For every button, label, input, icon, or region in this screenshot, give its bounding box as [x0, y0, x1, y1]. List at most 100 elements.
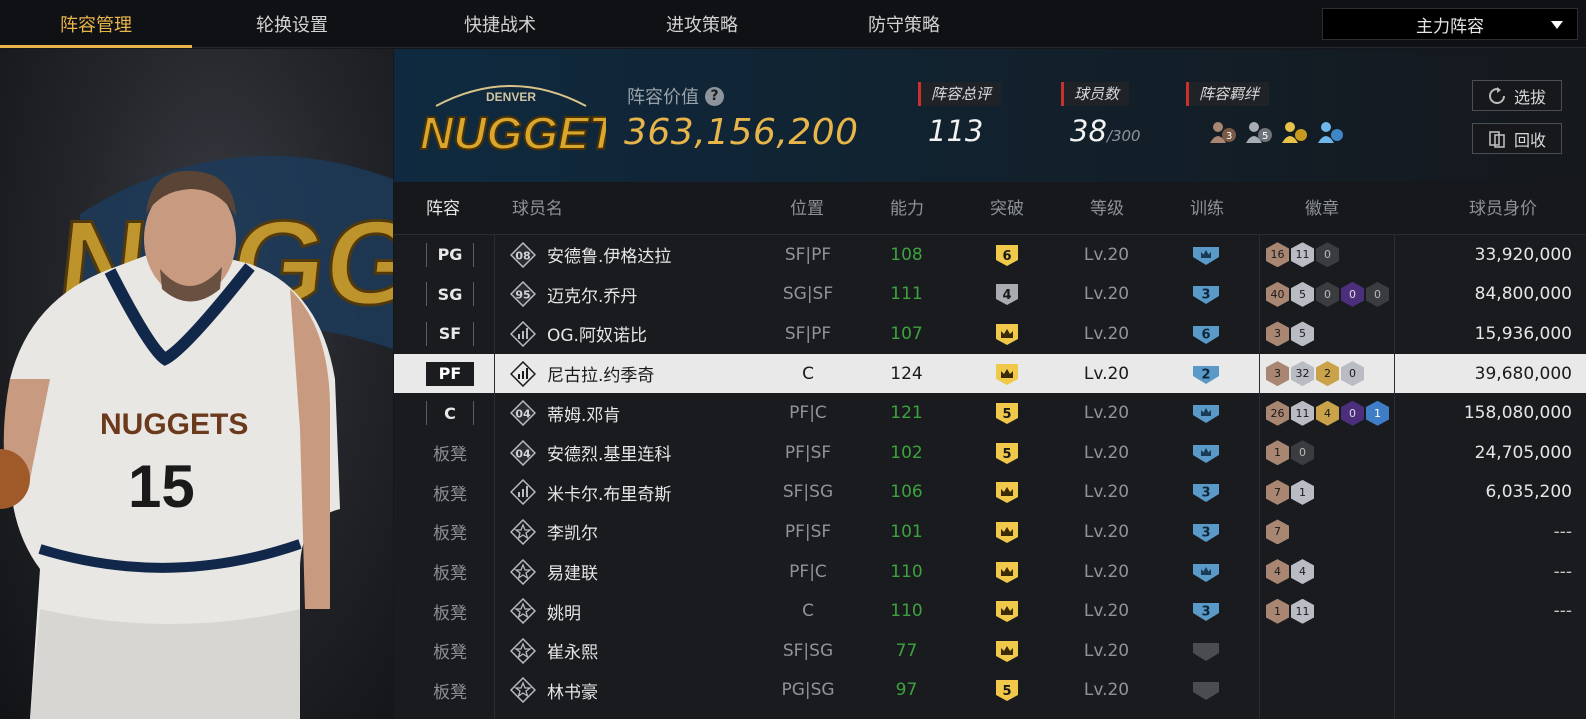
badge-medal[interactable]: 2	[1316, 361, 1339, 387]
bond-bronze-icon[interactable]: 3	[1208, 119, 1238, 147]
table-row[interactable]: SG 95 迈克尔.乔丹 SG|SF 111 4 Lv.20 3 40 5 0 0 0 84,800,00…	[394, 275, 1586, 315]
badge-medal[interactable]: 1	[1266, 440, 1289, 466]
badges-cell: 26 11 4 0 1	[1266, 393, 1389, 433]
player-name[interactable]: 崔永熙	[547, 631, 598, 671]
badge-medal[interactable]: 0	[1341, 361, 1364, 387]
training-badge[interactable]: 2	[1191, 362, 1221, 386]
svg-text:5: 5	[1002, 407, 1011, 422]
training-badge[interactable]: 3	[1191, 480, 1221, 504]
crown-icon[interactable]	[1191, 441, 1221, 465]
tab-defense-strategy[interactable]: 防守策略	[808, 0, 1000, 48]
player-name[interactable]: 安德鲁.伊格达拉	[547, 235, 671, 275]
badge-medal[interactable]: 4	[1291, 559, 1314, 585]
training-badge[interactable]: 3	[1191, 282, 1221, 306]
select-button[interactable]: 选拔	[1472, 80, 1562, 111]
player-ability: 121	[890, 403, 923, 424]
badge-medal[interactable]: 7	[1266, 519, 1289, 545]
table-row[interactable]: 板凳 姚明 C 110 Lv.20 3 1 11 ---	[394, 591, 1586, 631]
training-badge[interactable]	[1191, 678, 1221, 702]
badge-medal[interactable]: 0	[1341, 400, 1364, 426]
lineup-select[interactable]: 主力阵容	[1322, 8, 1578, 40]
player-name[interactable]: 迈克尔.乔丹	[547, 275, 637, 315]
player-name[interactable]: 尼古拉.约季奇	[547, 354, 654, 394]
bond-blue-icon[interactable]	[1316, 119, 1346, 147]
player-name[interactable]: 林书豪	[547, 671, 598, 711]
table-row[interactable]: 板凳 04 安德烈.基里连科 PF|SF 102 5 Lv.20 1 0 24,705,000	[394, 433, 1586, 473]
badge-medal[interactable]: 5	[1291, 281, 1314, 307]
crown-icon[interactable]	[993, 480, 1021, 504]
player-name[interactable]: 安德烈.基里连科	[547, 433, 671, 473]
training-badge[interactable]: 3	[1191, 520, 1221, 544]
table-row[interactable]: SF OG.阿奴诺比 SF|PF 107 Lv.20 6 3 5 15,936,000	[394, 314, 1586, 354]
badge-medal[interactable]: 0	[1316, 281, 1339, 307]
bond-silver-icon[interactable]: 5	[1244, 119, 1274, 147]
crown-icon[interactable]	[993, 639, 1021, 663]
crown-icon[interactable]	[993, 362, 1021, 386]
crown-icon[interactable]	[1191, 243, 1221, 267]
player-position: SF|PF	[784, 244, 832, 265]
breakthrough-badge[interactable]: 6	[993, 243, 1021, 267]
badge-medal[interactable]: 11	[1291, 242, 1314, 268]
badge-medal[interactable]: 0	[1366, 281, 1389, 307]
recycle-button[interactable]: 回收	[1472, 123, 1562, 154]
training-badge[interactable]	[1191, 639, 1221, 663]
badge-medal[interactable]: 16	[1266, 242, 1289, 268]
crown-icon[interactable]	[993, 599, 1021, 623]
badge-medal[interactable]: 5	[1291, 321, 1314, 347]
crown-icon[interactable]	[993, 520, 1021, 544]
player-name[interactable]: 米卡尔.布里奇斯	[547, 473, 671, 513]
slot-cell: 板凳	[420, 433, 480, 473]
breakthrough-badge[interactable]: 5	[993, 441, 1021, 465]
table-row[interactable]: 板凳 崔永熙 SF|SG 77 Lv.20	[394, 631, 1586, 671]
table-row[interactable]: 板凳 米卡尔.布里奇斯 SF|SG 106 Lv.20 3 7 1 6,035,200	[394, 473, 1586, 513]
tab-rotation-settings[interactable]: 轮换设置	[196, 0, 388, 48]
badge-medal[interactable]: 1	[1366, 400, 1389, 426]
badge-medal[interactable]: 0	[1316, 242, 1339, 268]
badge-medal[interactable]: 3	[1266, 321, 1289, 347]
table-row[interactable]: 板凳 易建联 PF|C 110 Lv.20 4 4 ---	[394, 552, 1586, 592]
bond-gold-icon[interactable]	[1280, 119, 1310, 147]
crown-icon[interactable]	[993, 560, 1021, 584]
badge-medal[interactable]: 3	[1266, 361, 1289, 387]
training-badge[interactable]: 6	[1191, 322, 1221, 346]
help-icon[interactable]: ?	[705, 86, 724, 106]
breakthrough-cell: 5	[992, 393, 1022, 433]
breakthrough-badge[interactable]: 5	[993, 678, 1021, 702]
badges-cell: 1 11	[1266, 591, 1314, 631]
table-row[interactable]: 板凳 林书豪 PG|SG 97 5 Lv.20	[394, 671, 1586, 711]
badge-medal[interactable]: 11	[1291, 598, 1314, 624]
tab-quick-tactics[interactable]: 快捷战术	[404, 0, 596, 48]
crown-icon[interactable]	[1191, 560, 1221, 584]
badge-medal[interactable]: 1	[1291, 479, 1314, 505]
badge-medal[interactable]: 0	[1291, 440, 1314, 466]
crown-icon[interactable]	[993, 322, 1021, 346]
breakthrough-badge[interactable]: 5	[993, 401, 1021, 425]
tab-offense-strategy[interactable]: 进攻策略	[606, 0, 798, 48]
player-level: Lv.20	[1083, 323, 1130, 344]
player-name[interactable]: 蒂姆.邓肯	[547, 393, 620, 433]
badge-medal[interactable]: 1	[1266, 598, 1289, 624]
badge-medal[interactable]: 26	[1266, 400, 1289, 426]
table-row[interactable]: PF 尼古拉.约季奇 C 124 Lv.20 2 3 32 2 0 39,680,000	[394, 353, 1586, 394]
tab-lineup-management[interactable]: 阵容管理	[0, 0, 192, 48]
table-row[interactable]: 板凳 李凯尔 PF|SF 101 Lv.20 3 7 ---	[394, 512, 1586, 552]
table-row[interactable]: PG 08 安德鲁.伊格达拉 SF|PF 108 6 Lv.20 16 11 0 33,920,00…	[394, 235, 1586, 275]
badge-medal[interactable]: 11	[1291, 400, 1314, 426]
badges-cell: 7	[1266, 512, 1289, 552]
player-level: Lv.20	[1083, 680, 1130, 701]
player-name[interactable]: 李凯尔	[547, 512, 598, 552]
player-name[interactable]: OG.阿奴诺比	[547, 314, 647, 354]
badge-medal[interactable]: 7	[1266, 479, 1289, 505]
breakthrough-badge[interactable]: 4	[993, 282, 1021, 306]
player-name[interactable]: 易建联	[547, 552, 598, 592]
crown-icon[interactable]	[1191, 401, 1221, 425]
player-name[interactable]: 姚明	[547, 591, 581, 631]
badge-medal[interactable]: 0	[1341, 281, 1364, 307]
badge-medal[interactable]: 4	[1266, 559, 1289, 585]
position-badge: PF	[426, 361, 474, 386]
table-row[interactable]: C 04 蒂姆.邓肯 PF|C 121 5 Lv.20 26 11 4 0 1 158,080,000	[394, 393, 1586, 433]
badge-medal[interactable]: 40	[1266, 281, 1289, 307]
badge-medal[interactable]: 32	[1291, 361, 1314, 387]
training-badge[interactable]: 3	[1191, 599, 1221, 623]
badge-medal[interactable]: 4	[1316, 400, 1339, 426]
